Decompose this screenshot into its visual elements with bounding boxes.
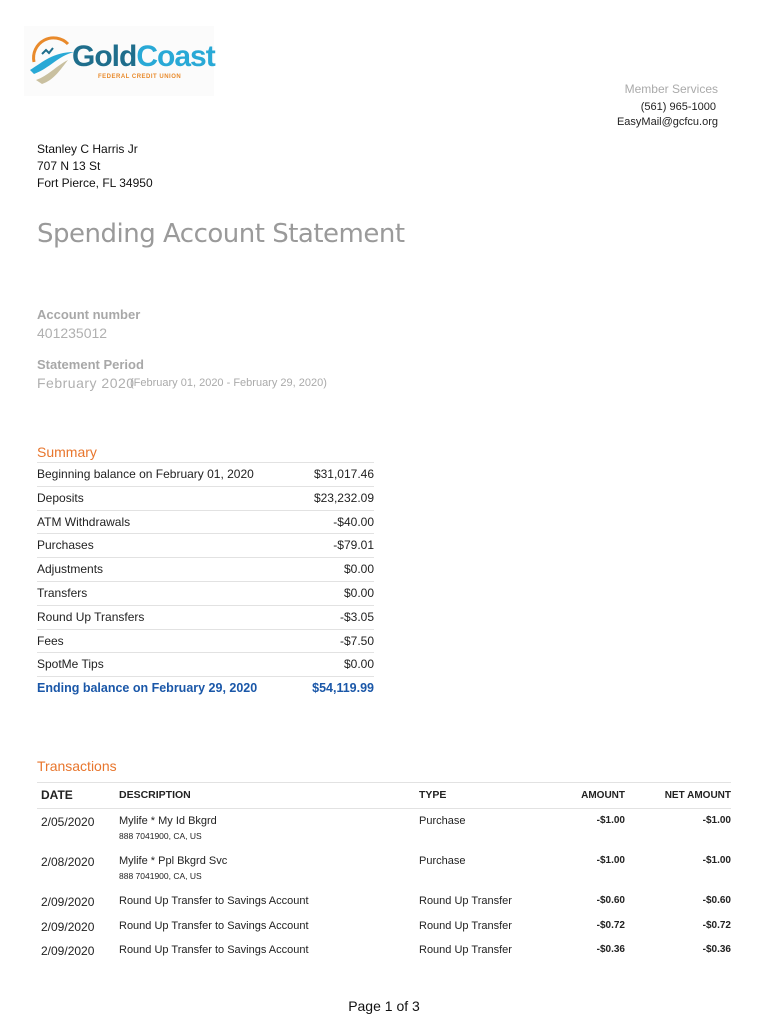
tx-type: Round Up Transfer	[419, 919, 512, 932]
account-number-label: Account number	[37, 307, 141, 322]
summary-value: -$7.50	[339, 633, 374, 648]
tx-description: Mylife * My Id Bkgrd 888 7041900, CA, US	[119, 815, 419, 855]
address-name: Stanley C Harris Jr	[37, 142, 138, 156]
tx-type: Round Up Transfer	[419, 895, 512, 907]
tx-date: 2/09/2020	[41, 895, 95, 909]
tx-net-amount: -$0.60	[702, 895, 731, 906]
tx-date: 2/09/2020	[41, 919, 95, 934]
summary-label: Beginning balance on February 01, 2020	[37, 467, 254, 481]
logo-text-coast: Coast	[136, 40, 215, 73]
summary-value: -$3.05	[339, 609, 374, 624]
summary-value: $23,232.09	[313, 490, 374, 505]
col-type: TYPE	[419, 789, 447, 801]
wave-bird-icon	[30, 36, 74, 84]
tx-type: Purchase	[419, 815, 466, 827]
tx-amount: -$0.60	[596, 895, 625, 906]
summary-row: Fees -$7.50	[37, 628, 374, 653]
mailing-address: Stanley C Harris Jr 707 N 13 St Fort Pie…	[37, 141, 153, 192]
tx-type: Purchase	[419, 855, 466, 867]
logo-subtitle: FEDERAL CREDIT UNION	[98, 74, 182, 80]
summary-value: $0.00	[343, 562, 374, 577]
tx-net-amount: -$1.00	[702, 855, 731, 866]
tx-description-text: Mylife * My Id Bkgrd	[119, 815, 217, 827]
summary-heading: Summary	[37, 444, 97, 460]
member-services-label: Member Services	[624, 82, 718, 96]
summary-row: Transfers $0.00	[37, 580, 374, 605]
ending-balance-value: $54,119.99	[312, 681, 374, 696]
summary-row: Adjustments $0.00	[37, 557, 374, 581]
summary-row: Beginning balance on February 01, 2020 $3…	[37, 462, 374, 486]
tx-date: 2/05/2020	[41, 815, 95, 829]
tx-description: Round Up Transfer to Savings Account	[119, 920, 419, 945]
summary-row: Purchases -$79.01	[37, 533, 374, 557]
page-title: Spending Account Statement	[37, 219, 405, 249]
col-description: DESCRIPTION	[119, 789, 191, 801]
summary-label: SpotMe Tips	[37, 657, 104, 672]
tx-description: Round Up Transfer to Savings Account	[119, 944, 419, 969]
statement-period-month: February 2020	[37, 375, 135, 391]
summary-label: Transfers	[37, 585, 88, 600]
summary-label: ATM Withdrawals	[37, 514, 131, 529]
summary-label: Adjustments	[37, 562, 104, 577]
address-street: 707 N 13 St	[37, 159, 101, 173]
summary-label: Purchases	[37, 538, 94, 553]
summary-row: Deposits $23,232.09	[37, 485, 374, 510]
summary-value: $31,017.46	[313, 467, 374, 481]
statement-page: GoldCoast FEDERAL CREDIT UNION Member Se…	[0, 0, 768, 1024]
table-row: 2/08/2020 Mylife * Ppl Bkgrd Svc 888 7041…	[37, 855, 731, 895]
tx-net-amount: -$0.72	[702, 919, 731, 931]
tx-description-text: Round Up Transfer to Savings Account	[119, 944, 309, 956]
tx-description-text: Mylife * Ppl Bkgrd Svc	[119, 855, 228, 867]
summary-row: SpotMe Tips $0.00	[37, 652, 374, 676]
tx-type: Round Up Transfer	[419, 944, 512, 956]
summary-value: -$79.01	[333, 538, 374, 553]
transactions-table: DATE DESCRIPTION TYPE AMOUNT NET AMOUNT …	[37, 782, 731, 969]
col-amount: AMOUNT	[581, 790, 625, 801]
tx-description: Round Up Transfer to Savings Account	[119, 895, 419, 920]
statement-period-range: (February 01, 2020 - February 29, 2020)	[130, 377, 327, 389]
summary-label: Round Up Transfers	[37, 609, 145, 624]
tx-description-text: Round Up Transfer to Savings Account	[119, 895, 309, 907]
logo-text-gold: Gold	[72, 40, 137, 73]
transactions-heading: Transactions	[37, 758, 117, 774]
ending-balance-label: Ending balance on February 29, 2020	[37, 681, 258, 696]
summary-row: Round Up Transfers -$3.05	[37, 604, 374, 629]
tx-description-detail: 888 7041900, CA, US	[119, 871, 202, 881]
tx-description-detail: 888 7041900, CA, US	[119, 831, 202, 841]
table-header: DATE DESCRIPTION TYPE AMOUNT NET AMOUNT	[37, 783, 731, 809]
col-date: DATE	[41, 788, 73, 802]
col-net-amount: NET AMOUNT	[664, 790, 731, 801]
tx-date: 2/08/2020	[41, 855, 95, 869]
table-row: 2/09/2020 Round Up Transfer to Savings A…	[37, 920, 731, 945]
summary-table: Beginning balance on February 01, 2020 $3…	[37, 462, 374, 700]
summary-value: $0.00	[343, 657, 374, 672]
table-row: 2/09/2020 Round Up Transfer to Savings A…	[37, 944, 731, 969]
ending-balance-row: Ending balance on February 29, 2020 $54,1…	[37, 676, 374, 700]
table-row: 2/09/2020 Round Up Transfer to Savings A…	[37, 895, 731, 920]
address-city: Fort Pierce, FL 34950	[37, 176, 153, 190]
summary-row: ATM Withdrawals -$40.00	[37, 509, 374, 534]
tx-date: 2/09/2020	[41, 944, 95, 958]
tx-net-amount: -$1.00	[702, 815, 731, 826]
summary-value: -$40.00	[333, 514, 374, 529]
summary-value: $0.00	[343, 585, 374, 600]
tx-net-amount: -$0.36	[702, 944, 731, 955]
summary-label: Fees	[37, 633, 64, 648]
tx-amount: -$0.72	[596, 919, 625, 931]
statement-period-label: Statement Period	[37, 357, 144, 372]
tx-description-text: Round Up Transfer to Savings Account	[119, 919, 309, 932]
tx-amount: -$1.00	[596, 815, 625, 826]
tx-amount: -$1.00	[596, 855, 625, 866]
member-services-phone: (561) 965-1000	[640, 101, 716, 113]
summary-label: Deposits	[37, 490, 84, 505]
table-row: 2/05/2020 Mylife * My Id Bkgrd 888 704190…	[37, 809, 731, 855]
tx-description: Mylife * Ppl Bkgrd Svc 888 7041900, CA, U…	[119, 855, 419, 895]
page-number: Page 1 of 3	[348, 998, 420, 1014]
member-services-email: EasyMail@gcfcu.org	[616, 116, 718, 128]
account-number-value: 401235012	[37, 325, 108, 341]
tx-amount: -$0.36	[596, 944, 625, 955]
gold-coast-logo: GoldCoast FEDERAL CREDIT UNION	[24, 26, 216, 96]
